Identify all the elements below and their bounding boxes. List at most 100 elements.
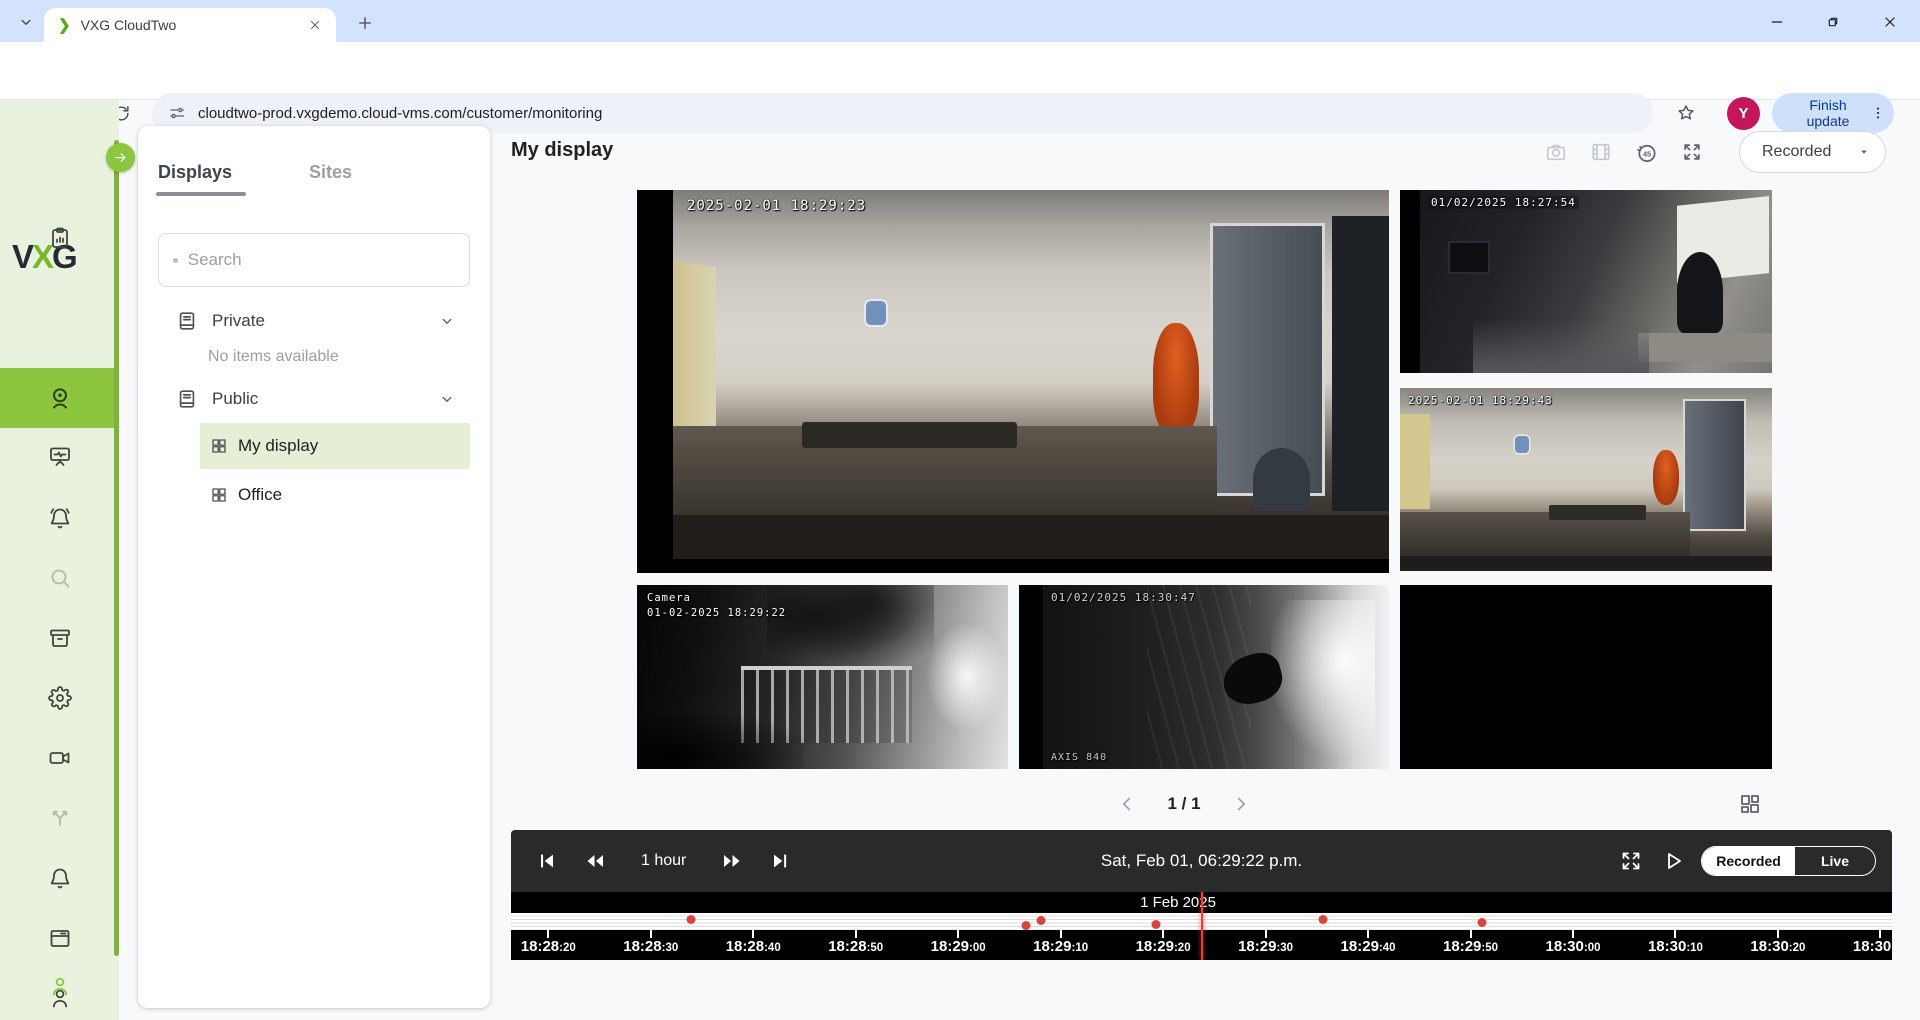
- timeline-tick-label: 18:30:30: [1853, 938, 1892, 955]
- close-icon: [1882, 14, 1898, 30]
- camera-tile-3[interactable]: 2025-02-01 18:29:43: [1400, 388, 1772, 571]
- timeline-event-dot: [1477, 918, 1486, 927]
- timeline-fullscreen-button[interactable]: [1617, 847, 1645, 875]
- site-settings-icon[interactable]: [168, 104, 186, 122]
- sidebar-routing-icon[interactable]: [0, 794, 119, 842]
- camera-timestamp-overlay: 2025-02-01 18:29:43: [1408, 394, 1553, 407]
- browser-tab[interactable]: ❯ VXG CloudTwo: [44, 8, 336, 42]
- camera-tile-6-offline[interactable]: [1400, 585, 1772, 769]
- timeline-interval-button[interactable]: 1 hour: [641, 852, 686, 870]
- sidebar-cameras-icon[interactable]: [0, 374, 119, 422]
- bookmark-star-button[interactable]: [1669, 96, 1703, 130]
- window-close-button[interactable]: [1868, 8, 1912, 36]
- display-search-box[interactable]: [158, 233, 470, 287]
- kebab-menu-icon[interactable]: [1870, 105, 1886, 121]
- camera-grid: 2025-02-01 18:29:23 01/02/2025 18:27:54: [637, 190, 1772, 769]
- sidebar-alarm-bell-icon[interactable]: [0, 494, 119, 542]
- sidebar-archive-icon[interactable]: [0, 614, 119, 662]
- layout-grid-button[interactable]: [1732, 786, 1768, 822]
- play-icon: [1661, 849, 1685, 873]
- tree-group-label: Public: [212, 389, 258, 409]
- window-restore-button[interactable]: [1811, 8, 1855, 36]
- book-icon: [176, 310, 198, 332]
- snapshot-button[interactable]: [1538, 134, 1574, 170]
- tree-group-private[interactable]: Private: [158, 301, 470, 341]
- fast-forward-button[interactable]: [718, 847, 746, 875]
- sidebar-display-health-icon[interactable]: [0, 432, 119, 480]
- timeline-event-dot: [1319, 915, 1328, 924]
- timeline-tick: [1367, 930, 1369, 938]
- new-tab-button[interactable]: [352, 10, 378, 36]
- rewind-button[interactable]: [581, 847, 609, 875]
- search-input[interactable]: [188, 250, 455, 270]
- chevron-left-icon: [1116, 793, 1138, 815]
- search-icon: [173, 258, 178, 263]
- tab-close-button[interactable]: [304, 14, 326, 36]
- tab-search-button[interactable]: [12, 8, 40, 36]
- camera-tile-1[interactable]: 2025-02-01 18:29:23: [637, 190, 1389, 573]
- chevron-down-icon[interactable]: [438, 312, 456, 330]
- chevron-down-icon[interactable]: [438, 390, 456, 408]
- timeline-cursor[interactable]: [1201, 892, 1203, 960]
- sidebar-video-recorder-icon[interactable]: [0, 734, 119, 782]
- recorded-live-toggle: Recorded Live: [1701, 846, 1876, 876]
- tree-item-my-display[interactable]: My display: [200, 423, 470, 469]
- sidebar-reports-clipboard-icon[interactable]: [0, 214, 119, 262]
- plus-icon: [356, 14, 374, 32]
- camera-tile-4[interactable]: Camera 01-02-2025 18:29:22: [637, 585, 1008, 769]
- skip-to-start-button[interactable]: [533, 847, 561, 875]
- finish-update-button[interactable]: Finish update: [1772, 93, 1894, 133]
- camera-timestamp-overlay: 01/02/2025 18:30:47: [1051, 591, 1196, 604]
- timeline-tick-label: 18:28:40: [726, 938, 781, 955]
- tree-item-label: Office: [238, 485, 282, 505]
- tree-item-office[interactable]: Office: [200, 472, 470, 518]
- timeline-tick: [1674, 930, 1676, 938]
- sidebar-calendar-icon[interactable]: [0, 914, 119, 962]
- tab-displays[interactable]: Displays: [158, 162, 232, 183]
- timeline-event-dot: [1022, 921, 1031, 930]
- play-button[interactable]: [1659, 847, 1687, 875]
- camera-tile-2[interactable]: 01/02/2025 18:27:54: [1400, 190, 1772, 373]
- sidebar-notifications-bell-icon[interactable]: [0, 854, 119, 902]
- displays-panel: Displays Sites Private No items availabl…: [138, 126, 490, 1008]
- fullscreen-button[interactable]: [1674, 134, 1710, 170]
- profile-avatar[interactable]: Y: [1727, 97, 1760, 130]
- camera-scene: [1043, 585, 1389, 769]
- toggle-live[interactable]: Live: [1795, 847, 1875, 875]
- panel-collapse-toggle[interactable]: [106, 143, 135, 172]
- skip-to-end-button[interactable]: [766, 847, 794, 875]
- timeline-tick: [1265, 930, 1267, 938]
- camera-scene: [1420, 190, 1772, 373]
- active-tab-underline: [156, 192, 246, 196]
- fast-forward-icon: [720, 849, 744, 873]
- tab-sites[interactable]: Sites: [309, 162, 352, 183]
- restore-icon: [1825, 14, 1841, 30]
- camera-timestamp-overlay: 2025-02-01 18:29:23: [687, 198, 866, 214]
- skip-start-icon: [536, 850, 558, 872]
- window-minimize-button[interactable]: [1755, 8, 1799, 36]
- camera-tile-5[interactable]: 01/02/2025 18:30:47 AXIS 840: [1019, 585, 1389, 769]
- toggle-recorded[interactable]: Recorded: [1702, 847, 1795, 875]
- timeline-event-dot: [1151, 920, 1160, 929]
- book-icon: [176, 388, 198, 410]
- export-clip-button[interactable]: [1583, 134, 1619, 170]
- tree-empty-message: No items available: [208, 348, 339, 366]
- tree-group-public[interactable]: Public: [158, 379, 470, 419]
- sidebar-accent-line: [114, 140, 119, 956]
- timeline-tick: [752, 930, 754, 938]
- sidebar-search-icon[interactable]: [0, 554, 119, 602]
- rewind-45-button[interactable]: 45: [1628, 134, 1664, 170]
- timeline-tick: [547, 930, 549, 938]
- next-page-button[interactable]: [1227, 790, 1255, 818]
- timeline-tick-label: 18:30:20: [1750, 938, 1805, 955]
- sidebar-settings-gear-icon[interactable]: [0, 674, 119, 722]
- chevron-down-icon: [17, 13, 35, 31]
- timeline-tick-label: 18:30:00: [1545, 938, 1600, 955]
- prev-page-button[interactable]: [1113, 790, 1141, 818]
- playback-timeline: 1 hour Sat, Feb 01, 06:29:22 p.m. Record…: [511, 830, 1892, 960]
- timeline-date-label: 1 Feb 2025: [1140, 894, 1216, 911]
- app-sidebar: VXG: [0, 100, 119, 1020]
- sidebar-profile-icon[interactable]: [0, 962, 119, 1010]
- mode-select-dropdown[interactable]: Recorded: [1739, 131, 1886, 173]
- timeline-ruler[interactable]: 1 Feb 2025 18:28:2018:28:3018:28:4018:28…: [511, 892, 1892, 960]
